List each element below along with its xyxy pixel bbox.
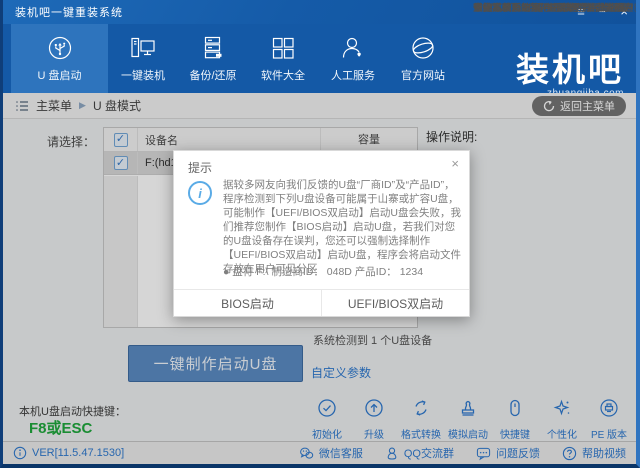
person-icon bbox=[339, 34, 367, 62]
dialog-body-text: 据较多网友向我们反馈的U盘“厂商ID”及“产品ID”，程序检测到下列U盘设备可能… bbox=[223, 178, 461, 276]
computer-icon bbox=[129, 34, 157, 62]
bios-boot-button[interactable]: BIOS启动 bbox=[174, 290, 321, 316]
nav-item-label: 软件大全 bbox=[261, 67, 305, 83]
nav-item-label: 备份/还原 bbox=[189, 67, 236, 83]
dialog-close-icon[interactable]: × bbox=[451, 156, 459, 171]
nav-item-backup-restore[interactable]: 备份/还原 bbox=[178, 24, 248, 93]
window-title: 装机吧一键重装系统 bbox=[15, 4, 123, 20]
nav-item-usb-boot[interactable]: U 盘启动 bbox=[11, 24, 108, 93]
nav-item-software[interactable]: 软件大全 bbox=[248, 24, 318, 93]
dialog-device-line: ● 盘符 F:\ 制造商ID： 048D 产品ID： 1234 bbox=[223, 264, 423, 279]
dialog-footer: BIOS启动 UEFI/BIOS双启动 bbox=[174, 289, 469, 316]
brand-name: 装机吧 bbox=[464, 52, 624, 88]
nav-item-label: U 盘启动 bbox=[38, 67, 82, 83]
nav-item-website[interactable]: 官方网站 bbox=[388, 24, 458, 93]
server-icon bbox=[199, 34, 227, 62]
main-nav: U 盘启动 一键装机 bbox=[3, 24, 636, 93]
info-circle-icon: i bbox=[188, 181, 212, 205]
nav-item-one-key-install[interactable]: 一键装机 bbox=[108, 24, 178, 93]
dialog-title: 提示 bbox=[188, 159, 212, 176]
app-window: 装机吧一键重装系统 ≡ − × U 盘启动 bbox=[0, 0, 640, 468]
ops-text-fragment: 作完成。 bbox=[473, 0, 511, 14]
uefi-bios-boot-button[interactable]: UEFI/BIOS双启动 bbox=[321, 290, 469, 316]
grid-icon bbox=[269, 34, 297, 62]
usb-icon bbox=[46, 34, 74, 62]
brand-logo: 装机吧 zhuangjiba.com bbox=[464, 52, 624, 99]
nav-item-label: 官方网站 bbox=[401, 67, 445, 83]
nav-item-service[interactable]: 人工服务 bbox=[318, 24, 388, 93]
globe-icon bbox=[409, 34, 437, 62]
alert-dialog: 提示 × i 据较多网友向我们反馈的U盘“厂商ID”及“产品ID”，程序检测到下… bbox=[173, 150, 470, 317]
nav-item-label: 一键装机 bbox=[121, 67, 165, 83]
nav-item-label: 人工服务 bbox=[331, 67, 375, 83]
